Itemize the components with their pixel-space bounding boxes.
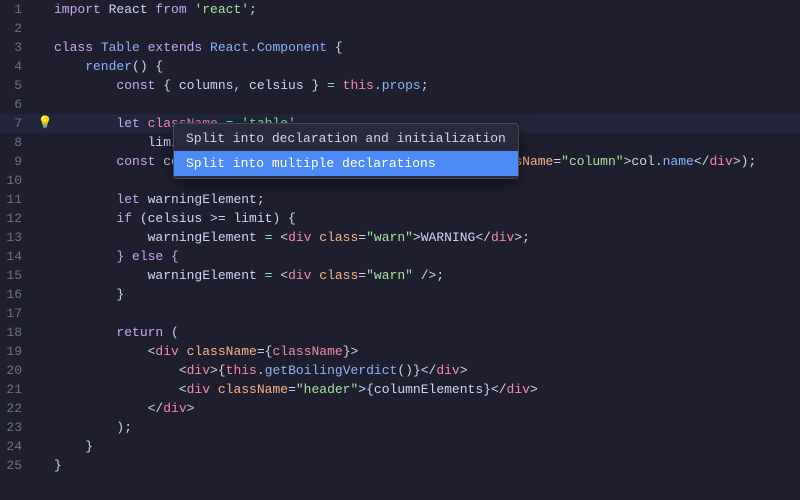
line-number-22: 22 xyxy=(0,399,36,418)
code-line-12: 12 if (celsius >= limit) { xyxy=(0,209,800,228)
code-line-1: 1 import React from 'react'; xyxy=(0,0,800,19)
code-line-18: 18 return ( xyxy=(0,323,800,342)
code-line-20: 20 <div>{this.getBoilingVerdict()}</div> xyxy=(0,361,800,380)
line-content-23: ); xyxy=(54,418,800,437)
line-content-11: let warningElement; xyxy=(54,190,800,209)
code-line-14: 14 } else { xyxy=(0,247,800,266)
line-content-4: render() { xyxy=(54,57,800,76)
code-line-19: 19 <div className={className}> xyxy=(0,342,800,361)
line-number-18: 18 xyxy=(0,323,36,342)
line-number-12: 12 xyxy=(0,209,36,228)
line-content-12: if (celsius >= limit) { xyxy=(54,209,800,228)
menu-item-split-declaration[interactable]: Split into declaration and initializatio… xyxy=(174,126,518,151)
code-line-5: 5 const { columns, celsius } = this.prop… xyxy=(0,76,800,95)
line-content-20: <div>{this.getBoilingVerdict()}</div> xyxy=(54,361,800,380)
code-line-6: 6 xyxy=(0,95,800,114)
code-line-22: 22 </div> xyxy=(0,399,800,418)
line-content-17 xyxy=(54,304,800,323)
line-number-21: 21 xyxy=(0,380,36,399)
code-line-25: 25} xyxy=(0,456,800,475)
code-line-15: 15 warningElement = <div class="warn" />… xyxy=(0,266,800,285)
line-content-15: warningElement = <div class="warn" />; xyxy=(54,266,800,285)
code-line-3: 3 class Table extends React.Component { xyxy=(0,38,800,57)
line-number-4: 4 xyxy=(0,57,36,76)
line-number-13: 13 xyxy=(0,228,36,247)
code-line-2: 2 xyxy=(0,19,800,38)
line-content-21: <div className="header">{columnElements}… xyxy=(54,380,800,399)
line-number-24: 24 xyxy=(0,437,36,456)
line-content-1: import React from 'react'; xyxy=(54,0,800,19)
line-content-6 xyxy=(54,95,800,114)
code-line-24: 24 } xyxy=(0,437,800,456)
line-content-14: } else { xyxy=(54,247,800,266)
line-number-11: 11 xyxy=(0,190,36,209)
line-number-20: 20 xyxy=(0,361,36,380)
line-content-5: const { columns, celsius } = this.props; xyxy=(54,76,800,95)
line-number-2: 2 xyxy=(0,19,36,38)
line-content-22: </div> xyxy=(54,399,800,418)
code-editor: 1 import React from 'react'; 2 3 class Tabl… xyxy=(0,0,800,500)
line-number-15: 15 xyxy=(0,266,36,285)
bulb-icon[interactable]: 💡 xyxy=(36,114,54,133)
code-area: 1 import React from 'react'; 2 3 class Tabl… xyxy=(0,0,800,475)
code-line-16: 16 } xyxy=(0,285,800,304)
code-line-21: 21 <div className="header">{columnElemen… xyxy=(0,380,800,399)
line-number-9: 9 xyxy=(0,152,36,171)
line-number-16: 16 xyxy=(0,285,36,304)
code-line-17: 17 xyxy=(0,304,800,323)
line-number-1: 1 xyxy=(0,0,36,19)
code-line-4: 4 render() { xyxy=(0,57,800,76)
line-number-8: 8 xyxy=(0,133,36,152)
line-number-14: 14 xyxy=(0,247,36,266)
line-content-13: warningElement = <div class="warn">WARNI… xyxy=(54,228,800,247)
line-number-6: 6 xyxy=(0,95,36,114)
code-line-11: 11 let warningElement; xyxy=(0,190,800,209)
menu-item-split-multiple[interactable]: Split into multiple declarations xyxy=(174,151,518,176)
line-number-10: 10 xyxy=(0,171,36,190)
line-number-23: 23 xyxy=(0,418,36,437)
line-number-19: 19 xyxy=(0,342,36,361)
line-content-24: } xyxy=(54,437,800,456)
line-number-5: 5 xyxy=(0,76,36,95)
line-content-16: } xyxy=(54,285,800,304)
code-line-13: 13 warningElement = <div class="warn">WA… xyxy=(0,228,800,247)
line-number-17: 17 xyxy=(0,304,36,323)
line-content-3: class Table extends React.Component { xyxy=(54,38,800,57)
code-line-23: 23 ); xyxy=(0,418,800,437)
context-menu[interactable]: Split into declaration and initializatio… xyxy=(173,123,519,179)
line-number-3: 3 xyxy=(0,38,36,57)
line-content-2 xyxy=(54,19,800,38)
line-number-25: 25 xyxy=(0,456,36,475)
line-number-7: 7 xyxy=(0,114,36,133)
line-content-19: <div className={className}> xyxy=(54,342,800,361)
line-content-25: } xyxy=(54,456,800,475)
line-content-18: return ( xyxy=(54,323,800,342)
